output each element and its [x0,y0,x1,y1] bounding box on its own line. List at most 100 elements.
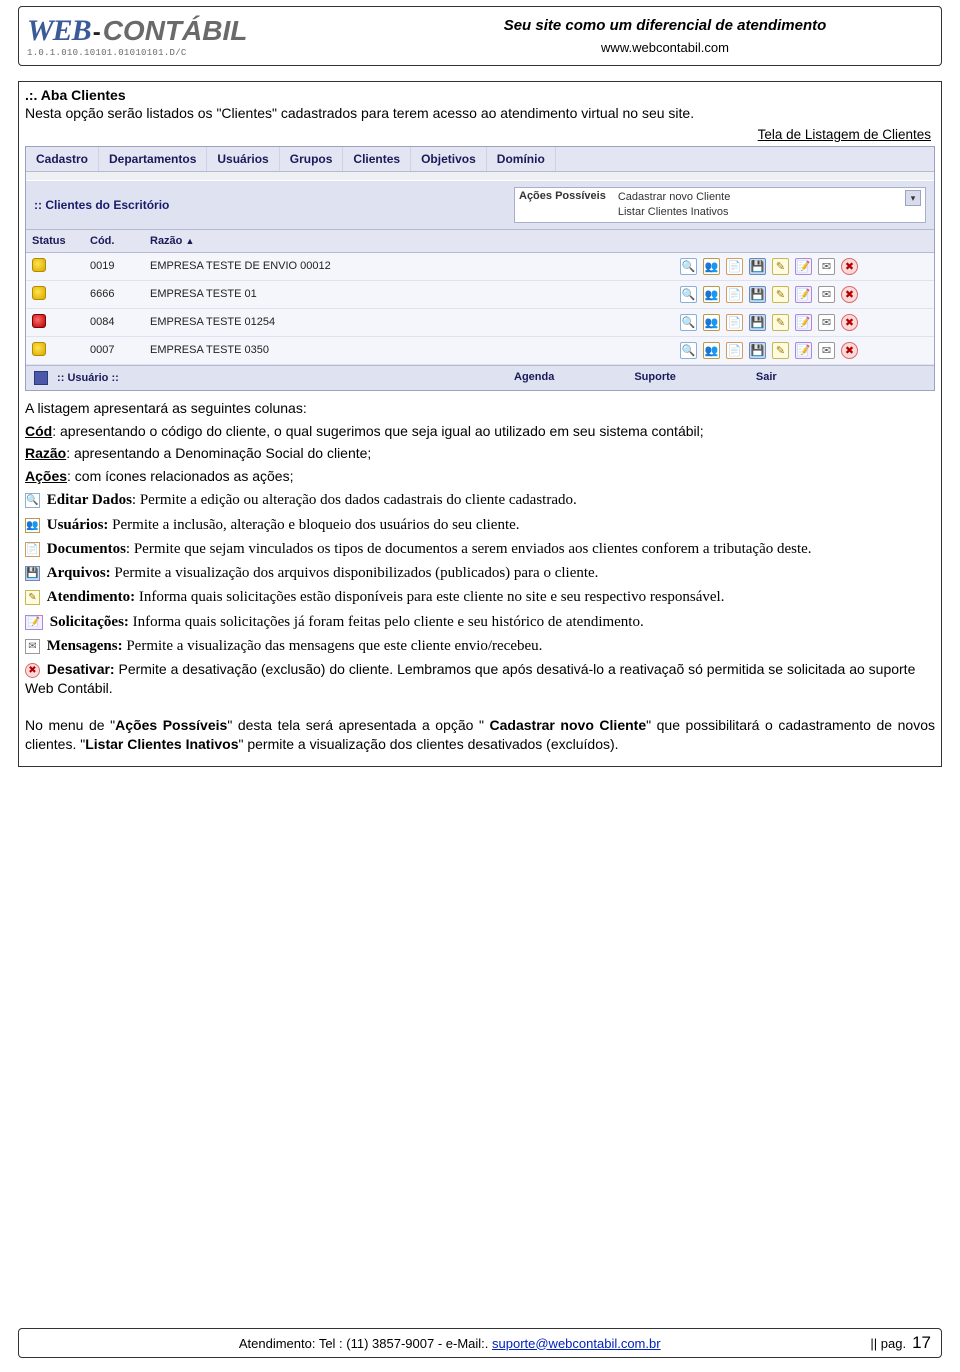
body-line1: A listagem apresentará as seguintes colu… [25,399,935,418]
delete-icon[interactable]: ✖ [841,342,858,359]
footer-prefix: Atendimento: Tel : (11) 3857-9007 - e-Ma… [239,1336,492,1351]
users-icon[interactable]: 👥 [703,258,720,275]
screenshot-caption: Tela de Listagem de Clientes [25,127,931,142]
delete-icon[interactable]: ✖ [841,258,858,275]
body-atendimento: ✎ Atendimento: Informa quais solicitaçõe… [25,587,935,607]
delete-icon[interactable]: ✖ [841,286,858,303]
save-icon: 💾 [25,566,40,581]
panel-header: :: Clientes do Escritório Ações Possívei… [26,180,934,230]
documents-icon[interactable]: 📄 [726,258,743,275]
main-box: .:. Aba Clientes Nesta opção serão lista… [18,81,942,767]
status-icon [32,286,46,300]
menu-grupos[interactable]: Grupos [280,147,344,171]
body-editar: 🔍 Editar Dados: Permite a edição ou alte… [25,490,935,510]
save-icon[interactable]: 💾 [749,286,766,303]
delete-icon[interactable]: ✖ [841,314,858,331]
attendance-icon: ✎ [25,590,40,605]
section-title: .:. Aba Clientes [25,87,935,103]
site-url: www.webcontabil.com [601,40,729,55]
documents-icon[interactable]: 📄 [726,342,743,359]
delete-icon: ✖ [25,663,40,678]
requests-icon[interactable]: 📝 [795,286,812,303]
requests-icon[interactable]: 📝 [795,314,812,331]
sb-sair[interactable]: Sair [756,371,777,385]
col-cod[interactable]: Cód. [84,230,144,252]
attendance-icon[interactable]: ✎ [772,342,789,359]
menu-dominio[interactable]: Domínio [487,147,556,171]
col-status[interactable]: Status [26,230,84,252]
body-documentos: 📄 Documentos: Permite que sejam vinculad… [25,539,935,559]
body-desativar: ✖ Desativar: Permite a desativação (excl… [25,660,935,698]
app-screenshot: Cadastro Departamentos Usuários Grupos C… [25,146,935,391]
requests-icon[interactable]: 📝 [795,342,812,359]
action-cadastrar-novo[interactable]: Cadastrar novo Cliente [618,190,731,205]
body-mensagens: ✉ Mensagens: Permite a visualização das … [25,636,935,656]
user-icon [34,371,48,385]
requests-icon[interactable]: 📝 [795,258,812,275]
save-icon[interactable]: 💾 [749,314,766,331]
status-icon [32,342,46,356]
footer-mail[interactable]: suporte@webcontabil.com.br [492,1336,661,1351]
table-header: Status Cód. Razão ▲ [26,230,934,253]
menu-objetivos[interactable]: Objetivos [411,147,487,171]
body-solicitacoes: 📝 Solicitações: Informa quais solicitaçõ… [25,612,935,632]
menu-cadastro[interactable]: Cadastro [26,147,99,171]
logo-area: WEB - CONTÁBIL 1.0.1.010.10101.01010101.… [19,7,389,65]
menu-usuarios[interactable]: Usuários [207,147,279,171]
statusbar-user: :: Usuário :: [54,372,119,384]
edit-icon[interactable]: 🔍 [680,286,697,303]
logo-subtitle: 1.0.1.010.10101.01010101.D/C [27,48,389,58]
attendance-icon[interactable]: ✎ [772,314,789,331]
actions-dropdown[interactable]: Ações Possíveis Cadastrar novo Cliente L… [514,187,926,223]
cell-razao: EMPRESA TESTE 01 [144,283,674,305]
cell-razao: EMPRESA TESTE 01254 [144,311,674,333]
logo-dash: - [93,19,101,47]
body-text: A listagem apresentará as seguintes colu… [25,399,935,754]
save-icon[interactable]: 💾 [749,342,766,359]
message-icon[interactable]: ✉ [818,314,835,331]
users-icon[interactable]: 👥 [703,286,720,303]
col-razao[interactable]: Razão ▲ [144,230,674,252]
tagline: Seu site como um diferencial de atendime… [504,17,827,34]
edit-icon[interactable]: 🔍 [680,258,697,275]
message-icon[interactable]: ✉ [818,258,835,275]
sb-suporte[interactable]: Suporte [634,371,676,385]
edit-icon[interactable]: 🔍 [680,314,697,331]
menu-clientes[interactable]: Clientes [343,147,411,171]
action-listar-inativos[interactable]: Listar Clientes Inativos [618,205,731,220]
menu-departamentos[interactable]: Departamentos [99,147,207,171]
footer-page-label: || pag. [870,1336,906,1351]
documents-icon[interactable]: 📄 [726,314,743,331]
requests-icon: 📝 [25,615,43,630]
body-arquivos: 💾 Arquivos: Permite a visualização dos a… [25,563,935,583]
page-footer: Atendimento: Tel : (11) 3857-9007 - e-Ma… [18,1328,942,1358]
status-icon [32,314,46,328]
sb-agenda[interactable]: Agenda [514,371,554,385]
message-icon: ✉ [25,639,40,654]
edit-icon[interactable]: 🔍 [680,342,697,359]
table-row: 6666EMPRESA TESTE 01 🔍 👥 📄 💾 ✎ 📝 ✉ ✖ [26,281,934,309]
users-icon[interactable]: 👥 [703,342,720,359]
cell-razao: EMPRESA TESTE 0350 [144,339,674,361]
logo-contabil: CONTÁBIL [103,15,248,47]
documents-icon[interactable]: 📄 [726,286,743,303]
chevron-down-icon[interactable]: ▾ [905,190,921,206]
documents-icon: 📄 [25,542,40,557]
table-row: 0019EMPRESA TESTE DE ENVIO 00012🔍👥📄💾✎📝✉✖ [26,253,934,281]
users-icon[interactable]: 👥 [703,314,720,331]
table-row: 0084EMPRESA TESTE 01254 🔍 👥 📄 💾 ✎ 📝 ✉ ✖ [26,309,934,337]
body-cod: Cód: apresentando o código do cliente, o… [25,422,935,441]
body-acoes: Ações: com ícones relacionados as ações; [25,467,935,486]
save-icon[interactable]: 💾 [749,258,766,275]
section-intro: Nesta opção serão listados os "Clientes"… [25,105,935,121]
tagline-area: Seu site como um diferencial de atendime… [389,7,941,65]
attendance-icon[interactable]: ✎ [772,258,789,275]
body-usuarios: 👥 Usuários: Permite a inclusão, alteraçã… [25,515,935,535]
cell-razao: EMPRESA TESTE DE ENVIO 00012 [144,255,674,277]
attendance-icon[interactable]: ✎ [772,286,789,303]
cell-cod: 6666 [84,283,144,305]
cell-cod: 0084 [84,311,144,333]
message-icon[interactable]: ✉ [818,286,835,303]
message-icon[interactable]: ✉ [818,342,835,359]
users-icon: 👥 [25,518,40,533]
